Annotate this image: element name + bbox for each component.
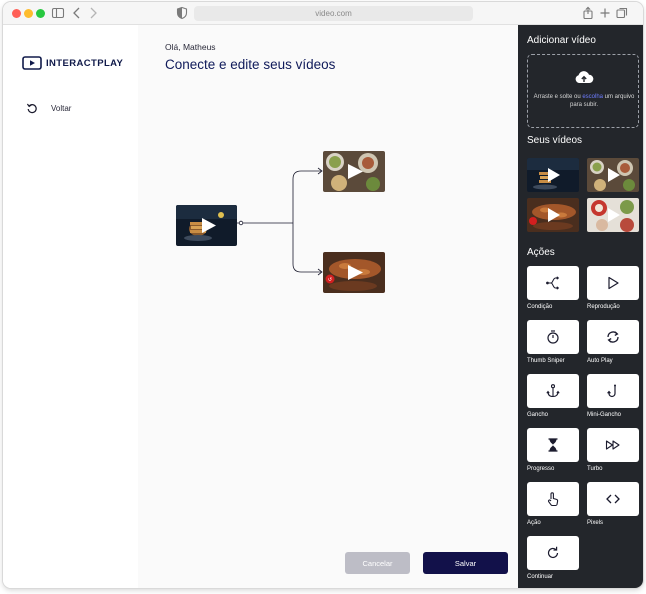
video-thumbnail-3[interactable] [527,198,579,232]
fast-forward-icon [605,440,620,450]
action-mini-gancho[interactable]: Mini-Gancho [587,374,639,418]
new-tab-icon[interactable] [597,5,613,21]
video-thumbnail-1[interactable] [527,158,579,192]
anchor-icon [546,384,560,398]
flow-node-source-video[interactable] [176,205,237,246]
logo-icon [22,56,42,70]
back-button[interactable]: Voltar [26,102,71,114]
svg-text:↺: ↺ [328,277,332,283]
action-auto-play[interactable]: Auto Play [587,320,639,364]
action-acao[interactable]: Ação [527,482,579,526]
logo-text: INTERACTPLAY [46,57,124,69]
flow-node-target-video-1[interactable] [323,151,385,192]
action-condicao[interactable]: Condição [527,266,579,310]
cancel-button[interactable]: Cancelar [345,552,410,574]
address-bar[interactable]: video.com [194,6,473,21]
flow-node-target-video-2[interactable]: ↺ [323,252,385,293]
action-label: Condição [527,304,553,310]
save-button[interactable]: Salvar [423,552,508,574]
flow-editor-canvas[interactable]: Olá, Matheus Conecte e edite seus vídeos [138,25,518,588]
action-label: Mini-Gancho [587,412,622,418]
action-label: Turbo [587,466,603,472]
action-turbo[interactable]: Turbo [587,428,639,472]
action-label: Continuar [527,574,554,580]
back-label: Voltar [51,103,72,113]
action-gancho[interactable]: Gancho [527,374,579,418]
repeat-icon [607,331,619,343]
cloud-upload-icon [575,71,594,83]
action-label: Ação [527,520,541,526]
video-thumbnail-2[interactable] [587,158,639,192]
videos-title: Seus vídeos [527,135,583,146]
action-reproducao[interactable]: Reprodução [587,266,639,310]
video-thumbnail-4[interactable] [587,198,639,232]
tap-icon [547,492,559,507]
action-label: Gancho [527,412,549,418]
left-sidebar: INTERACTPLAY Voltar [3,25,138,588]
condition-icon [546,276,560,290]
redo-icon [547,546,559,559]
hourglass-icon [548,438,558,452]
flow-connectors [237,167,323,276]
minimize-window-button[interactable] [24,9,33,18]
code-icon [606,494,620,504]
undo-icon [26,103,37,114]
shield-icon[interactable] [174,5,190,21]
zoom-window-button[interactable] [36,9,45,18]
browser-titlebar: video.com [3,2,643,25]
choose-file-link[interactable]: escolha [582,94,603,100]
action-thumb-sniper[interactable]: Thumb Sniper [527,320,579,364]
upload-instructions: Arraste e solte ou [533,94,583,100]
close-window-button[interactable] [12,9,21,18]
action-label: Pixels [587,520,604,526]
stopwatch-icon [547,330,559,344]
actions-title: Ações [527,247,555,258]
action-continuar[interactable]: Continuar [527,536,579,580]
action-label: Reprodução [587,304,620,310]
share-icon[interactable] [580,5,596,21]
forward-arrow-icon[interactable] [85,5,101,21]
browser-window: video.com INTERACTPLAY Voltar Olá, Mathe… [3,2,643,588]
play-outline-icon [608,276,619,290]
right-panel: Adicionar vídeo Arraste e solte ou escol… [518,25,643,588]
action-label: Progresso [527,466,555,472]
upload-dropzone[interactable]: Arraste e solte ou escolha um arquivo pa… [527,54,639,128]
tab-overview-icon[interactable] [614,5,630,21]
sidebar-toggle-icon[interactable] [50,5,66,21]
action-pixels[interactable]: Pixels [587,482,639,526]
action-label: Auto Play [587,358,613,364]
back-arrow-icon[interactable] [69,5,85,21]
upload-title: Adicionar vídeo [527,35,596,46]
app-logo[interactable]: INTERACTPLAY [22,55,123,71]
hook-icon [607,384,616,398]
action-progresso[interactable]: Progresso [527,428,579,472]
action-label: Thumb Sniper [527,358,565,364]
